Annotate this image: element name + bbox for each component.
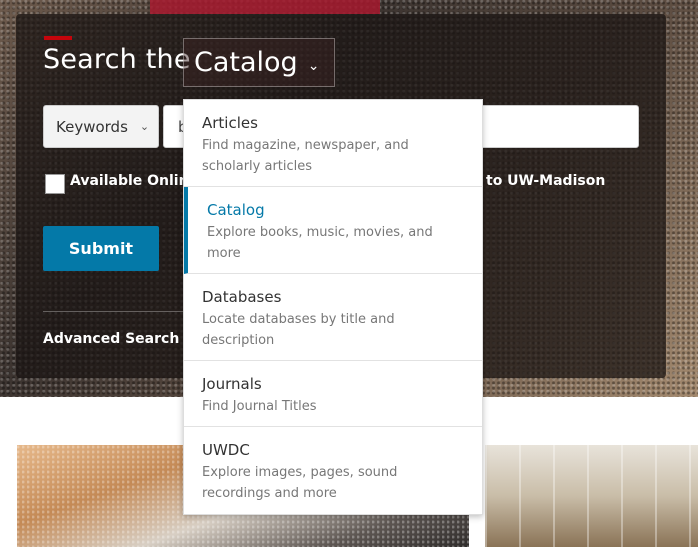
source-dropdown-label: Catalog (194, 47, 298, 78)
dropdown-item-journals[interactable]: Journals Find Journal Titles (184, 361, 482, 427)
advanced-search-link[interactable]: Advanced Search (43, 331, 179, 347)
dropdown-item-title: Databases (202, 288, 282, 306)
dropdown-item-description: Find Journal Titles (202, 399, 317, 414)
dropdown-item-title: Journals (202, 375, 262, 393)
dropdown-item-description: Explore images, pages, sound recordings … (202, 465, 398, 501)
search-field-label: Keywords (56, 117, 128, 136)
dropdown-item-databases[interactable]: Databases Locate databases by title and … (184, 274, 482, 361)
accent-bar (44, 36, 72, 40)
hero-top-banner (150, 0, 380, 14)
submit-button[interactable]: Submit (43, 226, 159, 271)
dropdown-item-title: Articles (202, 114, 258, 132)
dropdown-item-title: Catalog (207, 201, 265, 219)
available-online-checkbox[interactable] (45, 174, 65, 194)
dropdown-item-catalog[interactable]: Catalog Explore books, music, movies, an… (184, 187, 482, 274)
divider (43, 311, 183, 312)
available-online-label-tail: to UW-Madison (486, 173, 606, 189)
dropdown-item-title: UWDC (202, 441, 250, 459)
search-field-select[interactable]: Keywords ⌄ (43, 105, 159, 148)
source-dropdown-trigger[interactable]: Catalog ⌄ (183, 38, 335, 87)
dropdown-item-uwdc[interactable]: UWDC Explore images, pages, sound record… (184, 427, 482, 514)
feature-card-image-right[interactable] (485, 445, 698, 547)
chevron-down-icon: ⌄ (139, 120, 150, 133)
source-dropdown-menu: Articles Find magazine, newspaper, and s… (183, 99, 483, 515)
chevron-down-icon: ⌄ (307, 57, 320, 74)
dropdown-item-description: Explore books, music, movies, and more (207, 225, 433, 261)
dropdown-item-description: Locate databases by title and descriptio… (202, 312, 395, 348)
search-heading: Search the (43, 44, 191, 75)
dropdown-item-articles[interactable]: Articles Find magazine, newspaper, and s… (184, 100, 482, 187)
available-online-label: Available Online (70, 173, 199, 189)
dropdown-item-description: Find magazine, newspaper, and scholarly … (202, 138, 409, 174)
